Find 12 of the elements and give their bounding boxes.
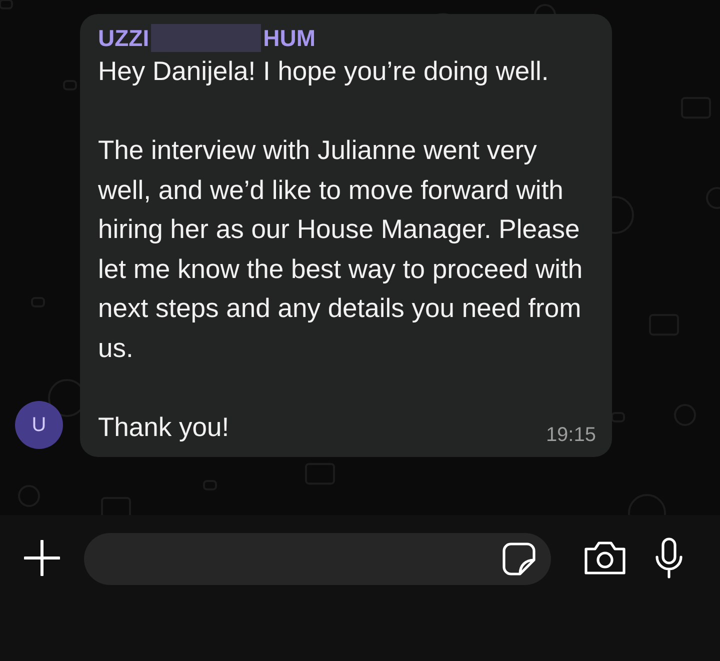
- message-text: The interview with Julianne went very well, and we’d like to move forward with hiring her as our House Manager. Please let me know the best way to proceed with next steps and any details you need from us.: [98, 134, 584, 364]
- microphone-icon[interactable]: [653, 537, 685, 579]
- avatar[interactable]: U: [15, 401, 63, 449]
- message-input-field[interactable]: [84, 533, 551, 585]
- sender-name: HUM: [263, 24, 316, 52]
- sticker-icon[interactable]: [501, 541, 537, 577]
- plus-icon[interactable]: [24, 540, 60, 576]
- sender-name: UZZI: [98, 24, 150, 52]
- message-text: Thank you!: [98, 410, 230, 444]
- message-time: 19:15: [546, 424, 596, 447]
- message-text: Hey Danijela! I hope you’re doing well.: [98, 55, 550, 88]
- camera-icon[interactable]: [583, 540, 627, 576]
